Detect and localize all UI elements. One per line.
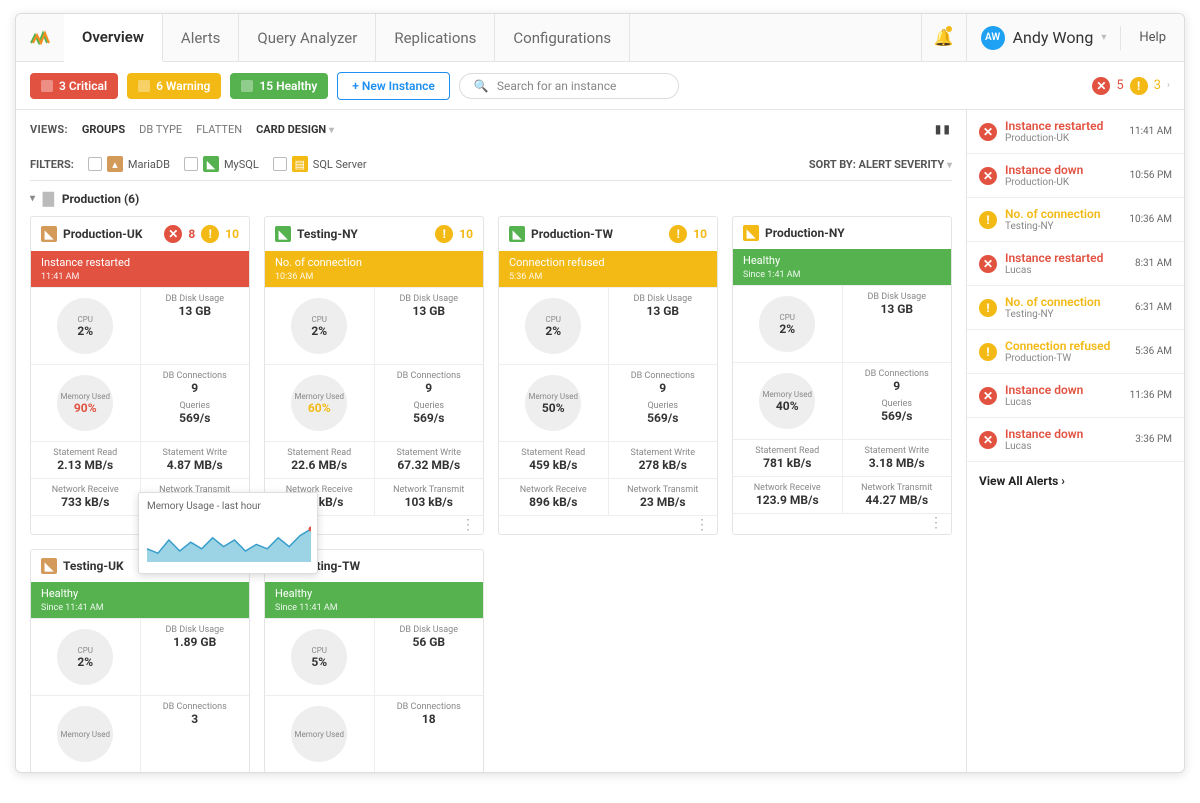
instance-name: Production-UK	[63, 227, 142, 241]
tab-overview[interactable]: Overview	[64, 14, 163, 62]
db-icon: ◣	[509, 226, 525, 242]
tab-query-analyzer[interactable]: Query Analyzer	[239, 14, 376, 61]
search-icon: 🔍	[474, 79, 489, 93]
nav-tabs: OverviewAlertsQuery AnalyzerReplications…	[64, 14, 630, 61]
instance-card[interactable]: ◣Production-NYHealthySince 1:41 AMCPU2%D…	[732, 216, 952, 535]
error-icon: ✕	[979, 431, 997, 449]
help-link[interactable]: Help	[1121, 30, 1184, 45]
status-banner: Connection refused5:36 AM	[499, 251, 717, 287]
mysql-icon: ◣	[203, 156, 219, 172]
user-menu[interactable]: AW Andy Wong ▾	[967, 26, 1122, 50]
tab-alerts[interactable]: Alerts	[163, 14, 240, 61]
error-icon: ✕	[979, 255, 997, 273]
app-logo	[16, 29, 64, 47]
card-menu-icon[interactable]: ⋮	[461, 520, 475, 530]
chevron-right-icon: ›	[1167, 80, 1170, 91]
error-icon: ✕	[1092, 77, 1110, 95]
card-menu-icon[interactable]: ⋮	[695, 520, 709, 530]
warning-icon: !	[979, 299, 997, 317]
alert-item[interactable]: !No. of connectionTesting-NY10:36 AM	[967, 198, 1184, 242]
notifications-button[interactable]: 🔔	[921, 14, 967, 61]
instance-card[interactable]: ◣Production-TW!10Connection refused5:36 …	[498, 216, 718, 535]
db-icon: ◣	[275, 226, 291, 242]
instance-name: Production-NY	[765, 226, 845, 240]
error-icon: ✕	[979, 167, 997, 185]
view-all-alerts[interactable]: View All Alerts ›	[967, 462, 1184, 500]
filters-row: FILTERS: ▴MariaDB ◣MySQL ▤SQL Server SOR…	[30, 148, 952, 180]
pause-button[interactable]: ▮▮	[935, 122, 952, 136]
chevron-down-icon: ▾	[1101, 32, 1106, 43]
pill-warning[interactable]: 6 Warning	[127, 73, 221, 99]
instance-name: Testing-UK	[63, 559, 124, 573]
sparkline-chart	[147, 518, 311, 562]
alert-item[interactable]: ✕Instance restartedProduction-UK11:41 AM	[967, 110, 1184, 154]
view-groups[interactable]: GROUPS	[82, 123, 125, 136]
alert-item[interactable]: ✕Instance restartedLucas8:31 AM	[967, 242, 1184, 286]
instance-name: Production-TW	[531, 227, 613, 241]
alert-counts[interactable]: ✕5 !3 ›	[1092, 77, 1170, 95]
collapse-icon: ▾	[30, 193, 35, 204]
instance-name: Testing-NY	[297, 227, 358, 241]
instance-card[interactable]: ◣Production-UK✕8!10Instance restarted11:…	[30, 216, 250, 535]
new-instance-button[interactable]: + New Instance	[337, 72, 450, 100]
pill-healthy[interactable]: 15 Healthy	[230, 73, 328, 99]
status-banner: No. of connection10:36 AM	[265, 251, 483, 287]
db-icon: ◣	[41, 226, 57, 242]
warning-icon: !	[201, 225, 219, 243]
sqlserver-icon: ▤	[292, 156, 308, 172]
pill-critical[interactable]: 3 Critical	[30, 73, 118, 99]
status-banner: HealthySince 11:41 AM	[265, 582, 483, 618]
warning-icon: !	[979, 343, 997, 361]
filter-mariadb[interactable]: ▴MariaDB	[88, 156, 170, 172]
db-icon: ◣	[743, 225, 759, 241]
sort-by[interactable]: SORT BY: ALERT SEVERITY ▾	[809, 158, 952, 171]
avatar: AW	[981, 26, 1005, 50]
warning-icon: !	[435, 225, 453, 243]
error-icon: ✕	[979, 387, 997, 405]
filter-mysql[interactable]: ◣MySQL	[184, 156, 259, 172]
alert-item[interactable]: !Connection refusedProduction-TW5:36 AM	[967, 330, 1184, 374]
folder-icon: ▇	[43, 191, 54, 207]
instance-card[interactable]: ◣Testing-TWHealthySince 11:41 AMCPU5%DB …	[264, 549, 484, 772]
mariadb-icon: ▴	[107, 156, 123, 172]
status-banner: HealthySince 1:41 AM	[733, 249, 951, 285]
tab-configurations[interactable]: Configurations	[495, 14, 630, 61]
warning-icon: !	[1130, 77, 1148, 95]
alerts-panel: ✕Instance restartedProduction-UK11:41 AM…	[966, 110, 1184, 772]
user-name: Andy Wong	[1013, 28, 1094, 47]
filter-sqlserver[interactable]: ▤SQL Server	[273, 156, 367, 172]
instance-card[interactable]: ◣Testing-UKHealthySince 11:41 AMCPU2%DB …	[30, 549, 250, 772]
search-input[interactable]: 🔍 Search for an instance	[459, 73, 679, 99]
memory-tooltip: Memory Usage - last hour	[138, 492, 318, 574]
error-icon: ✕	[979, 123, 997, 141]
tab-replications[interactable]: Replications	[376, 14, 495, 61]
alert-item[interactable]: ✕Instance downLucas11:36 PM	[967, 374, 1184, 418]
error-icon: ✕	[164, 225, 182, 243]
view-dbtype[interactable]: DB TYPE	[139, 123, 182, 136]
group-header[interactable]: ▾ ▇ Production (6)	[30, 180, 952, 216]
warning-icon: !	[669, 225, 687, 243]
alert-item[interactable]: ✕Instance downLucas3:36 PM	[967, 418, 1184, 462]
search-placeholder: Search for an instance	[497, 79, 617, 93]
view-flatten[interactable]: FLATTEN	[196, 123, 242, 136]
top-nav: OverviewAlertsQuery AnalyzerReplications…	[16, 14, 1184, 62]
status-banner: Instance restarted11:41 AM	[31, 251, 249, 287]
instance-card[interactable]: ◣Testing-NY!10No. of connection10:36 AMC…	[264, 216, 484, 535]
status-banner: HealthySince 11:41 AM	[31, 582, 249, 618]
card-menu-icon[interactable]: ⋮	[929, 518, 943, 528]
warning-icon: !	[979, 211, 997, 229]
views-row: VIEWS: GROUPS DB TYPE FLATTEN CARD DESIG…	[30, 110, 952, 148]
view-carddesign[interactable]: CARD DESIGN ▾	[256, 123, 334, 136]
db-icon: ◣	[41, 558, 57, 574]
action-bar: 3 Critical 6 Warning 15 Healthy + New In…	[16, 62, 1184, 110]
alert-item[interactable]: !No. of connectionTesting-NY6:31 AM	[967, 286, 1184, 330]
alert-item[interactable]: ✕Instance downProduction-UK10:56 PM	[967, 154, 1184, 198]
